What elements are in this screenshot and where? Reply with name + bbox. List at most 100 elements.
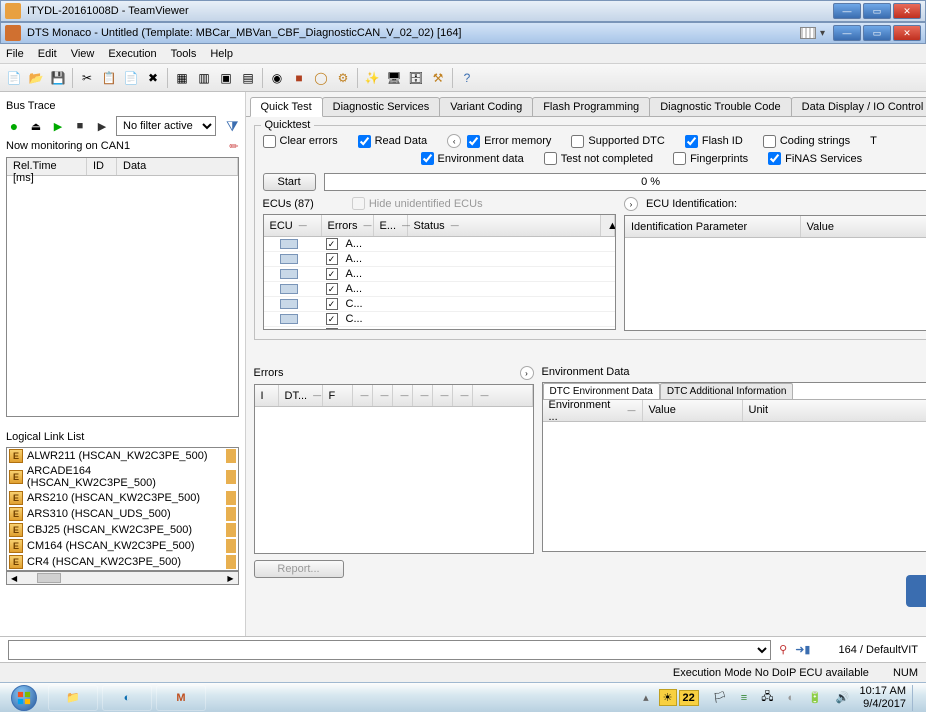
task-teamviewer[interactable]: ◐ [102, 685, 152, 711]
identification-grid[interactable]: Identification Parameter Value [624, 215, 926, 331]
tv-minimize-button[interactable]: — [833, 3, 861, 19]
teamviewer-side-tab[interactable] [906, 575, 926, 607]
eraser-icon[interactable]: ✏ [229, 140, 238, 153]
tray-flag-icon[interactable]: 🏳 [709, 691, 731, 704]
play-icon[interactable]: ▶ [50, 118, 66, 134]
ecu-row[interactable]: ✓C... [264, 297, 615, 312]
logical-link-list[interactable]: EALWR211 (HSCAN_KW2C3PE_500)EARCADE164 (… [6, 447, 239, 571]
tool-help-icon[interactable]: ? [457, 68, 477, 88]
tool-copy-icon[interactable]: 📋 [99, 68, 119, 88]
start-button[interactable] [2, 683, 46, 713]
menu-help[interactable]: Help [210, 48, 233, 60]
show-desktop[interactable] [912, 685, 920, 711]
tool-open-icon[interactable]: 📂 [26, 68, 46, 88]
tool-circle-icon[interactable]: ◯ [311, 68, 331, 88]
tool-stop-icon[interactable]: ■ [289, 68, 309, 88]
tab-dtc-env[interactable]: DTC Environment Data [543, 383, 660, 399]
col-reltime[interactable]: Rel.Time [ms] [7, 158, 87, 175]
tool-wand-icon[interactable]: ✨ [362, 68, 382, 88]
nav-ecu-icon[interactable]: › [624, 197, 638, 211]
menu-edit[interactable]: Edit [38, 48, 57, 60]
chk-environment-data[interactable] [421, 152, 434, 165]
ecu-grid[interactable]: ECU— Errors— E...— Status— ▲ ✓A...✓A...✓… [263, 214, 616, 330]
tab-variant-coding[interactable]: Variant Coding [439, 97, 533, 116]
chk-read-data[interactable] [358, 135, 371, 148]
tool-paste-icon[interactable]: 📄 [121, 68, 141, 88]
chk-fingerprints[interactable] [673, 152, 686, 165]
link-list-item[interactable]: EARS310 (HSCAN_UDS_500) [7, 506, 238, 522]
chk-coding-strings[interactable] [763, 135, 776, 148]
ecu-row[interactable]: ✓A... [264, 252, 615, 267]
chk-clear-errors[interactable] [263, 135, 276, 148]
chk-finas-services[interactable] [768, 152, 781, 165]
tray-unknown-icon[interactable]: ◐ [783, 692, 798, 704]
link-list-item[interactable]: ECR4 (HSCAN_KW2C3PE_500) [7, 554, 238, 570]
link-list-item[interactable]: EALWR211 (HSCAN_KW2C3PE_500) [7, 448, 238, 464]
tool-target-icon[interactable]: ◉ [267, 68, 287, 88]
tray-battery-icon[interactable]: 🔋 [804, 691, 826, 704]
chk-flash-id[interactable] [685, 135, 698, 148]
task-explorer[interactable]: 📁 [48, 685, 98, 711]
tab-dtc-additional[interactable]: DTC Additional Information [660, 383, 794, 399]
tray-network-icon[interactable]: 🖧 [757, 688, 777, 707]
tool-gear-icon[interactable]: ⚙ [333, 68, 353, 88]
ecu-row[interactable]: ✓A... [264, 267, 615, 282]
tool-cut-icon[interactable]: ✂ [77, 68, 97, 88]
tool-cfg-icon[interactable]: ⚒ [428, 68, 448, 88]
col-data[interactable]: Data [117, 158, 238, 175]
bottom-combo[interactable] [8, 640, 771, 660]
tool-new-icon[interactable]: 📄 [4, 68, 24, 88]
link-list-item[interactable]: EARCADE164 (HSCAN_KW2C3PE_500) [7, 464, 238, 490]
flag-icon[interactable]: ▶ [94, 118, 110, 134]
errors-grid[interactable]: I DT...— F — — — — — — — [254, 384, 534, 554]
tab-diagnostic-services[interactable]: Diagnostic Services [322, 97, 441, 116]
tool-monitor-icon[interactable]: 🖥 [384, 68, 404, 88]
tool-layout3-icon[interactable]: ▣ [216, 68, 236, 88]
chevron-down-icon[interactable]: ▾ [820, 28, 825, 39]
chk-error-memory[interactable] [467, 135, 480, 148]
record-icon[interactable]: ● [6, 118, 22, 134]
tab-quick-test[interactable]: Quick Test [250, 97, 323, 117]
report-button[interactable]: Report... [254, 560, 344, 578]
tab-dtc[interactable]: Diagnostic Trouble Code [649, 97, 791, 116]
filter-select[interactable]: No filter active [116, 116, 216, 136]
app-maximize-button[interactable]: ▭ [863, 25, 891, 41]
tool-delete-icon[interactable]: ✖ [143, 68, 163, 88]
start-button[interactable]: Start [263, 173, 316, 191]
link-list-item[interactable]: ECM164 (HSCAN_KW2C3PE_500) [7, 538, 238, 554]
task-dts-monaco[interactable]: M [156, 685, 206, 711]
tray-clock[interactable]: 10:17 AM 9/4/2017 [860, 685, 906, 709]
hscrollbar[interactable]: ◀ ▶ [6, 571, 239, 585]
tv-maximize-button[interactable]: ▭ [863, 3, 891, 19]
col-id[interactable]: ID [87, 158, 117, 175]
tv-close-button[interactable]: ✕ [893, 3, 921, 19]
chk-test-not-completed[interactable] [544, 152, 557, 165]
plug-icon[interactable]: ⚲ [779, 643, 787, 656]
tray-volume-icon[interactable]: 🔊 [832, 691, 854, 704]
tray-weather[interactable]: ☀22 [655, 689, 703, 706]
menu-tools[interactable]: Tools [171, 48, 197, 60]
app-close-button[interactable]: ✕ [893, 25, 921, 41]
tab-flash-programming[interactable]: Flash Programming [532, 97, 650, 116]
tool-layout1-icon[interactable]: ▦ [172, 68, 192, 88]
ecu-row[interactable]: ✓A... [264, 282, 615, 297]
tray-stack-icon[interactable]: ≡ [737, 692, 751, 704]
layout-grid-icon[interactable] [800, 27, 816, 39]
eject-icon[interactable]: ⏏ [28, 118, 44, 134]
stop-icon[interactable]: ■ [72, 118, 88, 134]
menu-view[interactable]: View [71, 48, 95, 60]
tool-layout4-icon[interactable]: ▤ [238, 68, 258, 88]
tab-data-display[interactable]: Data Display / IO Control [791, 97, 926, 116]
ecu-row[interactable]: ✓C... [264, 327, 615, 330]
funnel-icon[interactable]: ⧩ [226, 118, 239, 135]
tool-db-icon[interactable]: 🗄 [406, 68, 426, 88]
errors-nav-icon[interactable]: › [520, 366, 534, 380]
tray-expand-icon[interactable]: ▴ [643, 691, 649, 704]
link-list-item[interactable]: ECBJ25 (HSCAN_KW2C3PE_500) [7, 522, 238, 538]
ecu-row[interactable]: ✓C... [264, 312, 615, 327]
link-list-item[interactable]: EARS210 (HSCAN_KW2C3PE_500) [7, 490, 238, 506]
tool-save-icon[interactable]: 💾 [48, 68, 68, 88]
menu-file[interactable]: File [6, 48, 24, 60]
door-icon[interactable]: ➜▮ [795, 643, 810, 656]
app-minimize-button[interactable]: — [833, 25, 861, 41]
